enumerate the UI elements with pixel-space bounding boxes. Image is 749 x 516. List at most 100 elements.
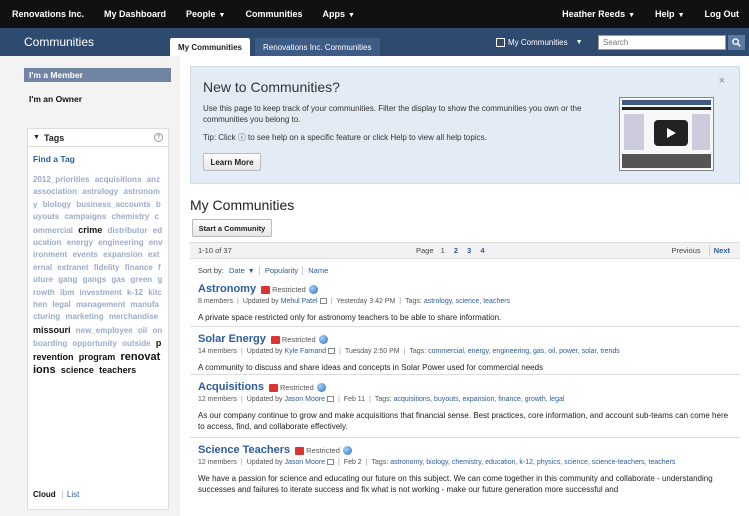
logout-link[interactable]: Log Out bbox=[695, 9, 749, 19]
tag-link[interactable]: marketing bbox=[65, 312, 103, 321]
tag-link[interactable]: investment bbox=[79, 288, 121, 297]
updater-link[interactable]: Jason Moore bbox=[285, 459, 325, 466]
tag-link[interactable]: 2012_priorities bbox=[33, 175, 89, 184]
tab-my-communities[interactable]: My Communities bbox=[170, 38, 251, 56]
tag-link[interactable]: crime bbox=[78, 225, 102, 235]
user-menu[interactable]: Heather Reeds ▼ bbox=[552, 9, 645, 19]
community-name-link[interactable]: Astronomy bbox=[198, 283, 256, 295]
tag-link[interactable]: extranet bbox=[57, 263, 88, 272]
nav-apps-menu[interactable]: Apps ▼ bbox=[313, 9, 365, 19]
tag-link[interactable]: ibm bbox=[60, 288, 74, 297]
tag-link[interactable]: opportunity bbox=[72, 339, 116, 348]
lock-icon bbox=[269, 384, 279, 392]
tag-link[interactable]: merchandise bbox=[109, 312, 158, 321]
tag-link[interactable]: outside bbox=[122, 339, 150, 348]
help-icon[interactable]: ? bbox=[154, 133, 163, 142]
community-name-link[interactable]: Acquisitions bbox=[198, 381, 264, 393]
tab-org-communities[interactable]: Renovations Inc. Communities bbox=[255, 38, 380, 56]
tag-link[interactable]: program bbox=[79, 352, 116, 362]
updated-by-label: Updated by bbox=[246, 396, 283, 403]
community-name-link[interactable]: Solar Energy bbox=[198, 333, 266, 345]
play-icon[interactable] bbox=[654, 120, 688, 146]
updater-link[interactable]: Kyle Farnand bbox=[285, 348, 327, 355]
updater-link[interactable]: Mehul Patel bbox=[281, 298, 318, 305]
tag-link[interactable]: distributor bbox=[108, 226, 148, 235]
filter-im-a-member[interactable]: I'm a Member bbox=[24, 68, 171, 82]
start-community-button[interactable]: Start a Community bbox=[192, 219, 272, 237]
search-button[interactable] bbox=[728, 35, 745, 50]
tag-link[interactable]: science bbox=[61, 365, 94, 375]
banner-description: Use this page to keep track of your comm… bbox=[203, 104, 582, 124]
tag-link[interactable]: finance bbox=[125, 263, 153, 272]
tags-title: Tags bbox=[43, 132, 65, 143]
tag-link[interactable]: events bbox=[72, 250, 97, 259]
next-link[interactable]: Next bbox=[708, 246, 730, 255]
community-tags[interactable]: astrology, science, teachers bbox=[424, 298, 510, 305]
user-name: Heather Reeds bbox=[562, 9, 626, 19]
divider bbox=[190, 374, 740, 375]
tutorial-video-thumbnail[interactable] bbox=[619, 97, 714, 171]
nav-communities[interactable]: Communities bbox=[235, 9, 312, 19]
tag-link[interactable]: engineering bbox=[98, 238, 143, 247]
tag-link[interactable]: legal bbox=[52, 300, 70, 309]
vcard-icon[interactable] bbox=[326, 459, 334, 465]
tag-link[interactable]: green bbox=[130, 275, 152, 284]
tag-link[interactable]: acquisitions bbox=[95, 175, 142, 184]
search-scope-dropdown[interactable]: My Communities ▼ bbox=[496, 36, 583, 49]
previous-link[interactable]: Previous bbox=[671, 246, 700, 255]
tag-link[interactable]: campaigns bbox=[64, 212, 106, 221]
tag-link[interactable]: gang bbox=[58, 275, 77, 284]
vcard-icon[interactable] bbox=[319, 298, 327, 304]
page-1-link[interactable]: 1 bbox=[439, 246, 447, 255]
community-tags[interactable]: astronomy, biology, chemistry, education… bbox=[390, 459, 675, 466]
tag-link[interactable]: association bbox=[33, 187, 77, 196]
vcard-icon[interactable] bbox=[328, 348, 336, 354]
cloud-view-toggle[interactable]: Cloud bbox=[33, 490, 56, 499]
updater-link[interactable]: Jason Moore bbox=[285, 396, 325, 403]
tag-link[interactable]: anz bbox=[147, 175, 160, 184]
nav-my-dashboard[interactable]: My Dashboard bbox=[94, 9, 176, 19]
community-name-link[interactable]: Science Teachers bbox=[198, 444, 290, 456]
help-menu[interactable]: Help ▼ bbox=[645, 9, 694, 19]
tag-link[interactable]: new_employee bbox=[76, 326, 133, 335]
tag-link[interactable]: astrology bbox=[82, 187, 118, 196]
play-triangle-icon bbox=[667, 128, 676, 138]
search-input[interactable] bbox=[598, 35, 726, 50]
tag-link[interactable]: biology bbox=[43, 200, 71, 209]
nav-home-renovations[interactable]: Renovations Inc. bbox=[0, 9, 94, 19]
tag-link[interactable]: chemistry bbox=[112, 212, 150, 221]
list-view-toggle[interactable]: List bbox=[61, 490, 80, 499]
tag-link[interactable]: business_accounts bbox=[76, 200, 150, 209]
separator: | bbox=[399, 298, 402, 305]
learn-more-button[interactable]: Learn More bbox=[203, 153, 261, 171]
tag-link[interactable]: gas bbox=[111, 275, 125, 284]
community-header: Science Teachers Restricted bbox=[198, 444, 733, 456]
community-tags[interactable]: acquisitions, buyouts, expansion, financ… bbox=[394, 396, 565, 403]
vcard-icon[interactable] bbox=[326, 396, 334, 402]
tag-link[interactable]: expansion bbox=[103, 250, 143, 259]
sort-name[interactable]: Name bbox=[308, 266, 332, 275]
separator: | bbox=[337, 396, 340, 403]
page-3-link[interactable]: 3 bbox=[465, 246, 473, 255]
find-a-tag-link[interactable]: Find a Tag bbox=[33, 154, 168, 164]
separator: | bbox=[330, 298, 333, 305]
page-2-link[interactable]: 2 bbox=[452, 246, 460, 255]
sort-popularity[interactable]: Popularity bbox=[264, 266, 304, 275]
tag-view-switch: Cloud List bbox=[33, 490, 80, 499]
nav-people-menu[interactable]: People ▼ bbox=[176, 9, 235, 19]
close-icon[interactable]: × bbox=[719, 75, 725, 87]
page-4-link[interactable]: 4 bbox=[478, 246, 486, 255]
tag-link[interactable]: missouri bbox=[33, 325, 71, 335]
tag-link[interactable]: teachers bbox=[99, 365, 136, 375]
chevron-down-icon: ▼ bbox=[247, 268, 255, 275]
tag-link[interactable]: k-12 bbox=[127, 288, 143, 297]
tag-link[interactable]: management bbox=[76, 300, 125, 309]
filter-im-an-owner[interactable]: I'm an Owner bbox=[29, 94, 82, 104]
sort-date[interactable]: Date ▼ bbox=[228, 266, 260, 275]
tag-link[interactable]: energy bbox=[67, 238, 93, 247]
tags-panel-header[interactable]: ▼ Tags ? bbox=[28, 129, 168, 147]
community-tags[interactable]: commercial, energy, engineering, gas, oi… bbox=[428, 348, 620, 355]
tag-link[interactable]: gangs bbox=[83, 275, 107, 284]
tag-link[interactable]: oil bbox=[138, 326, 147, 335]
tag-link[interactable]: fidelity bbox=[94, 263, 120, 272]
